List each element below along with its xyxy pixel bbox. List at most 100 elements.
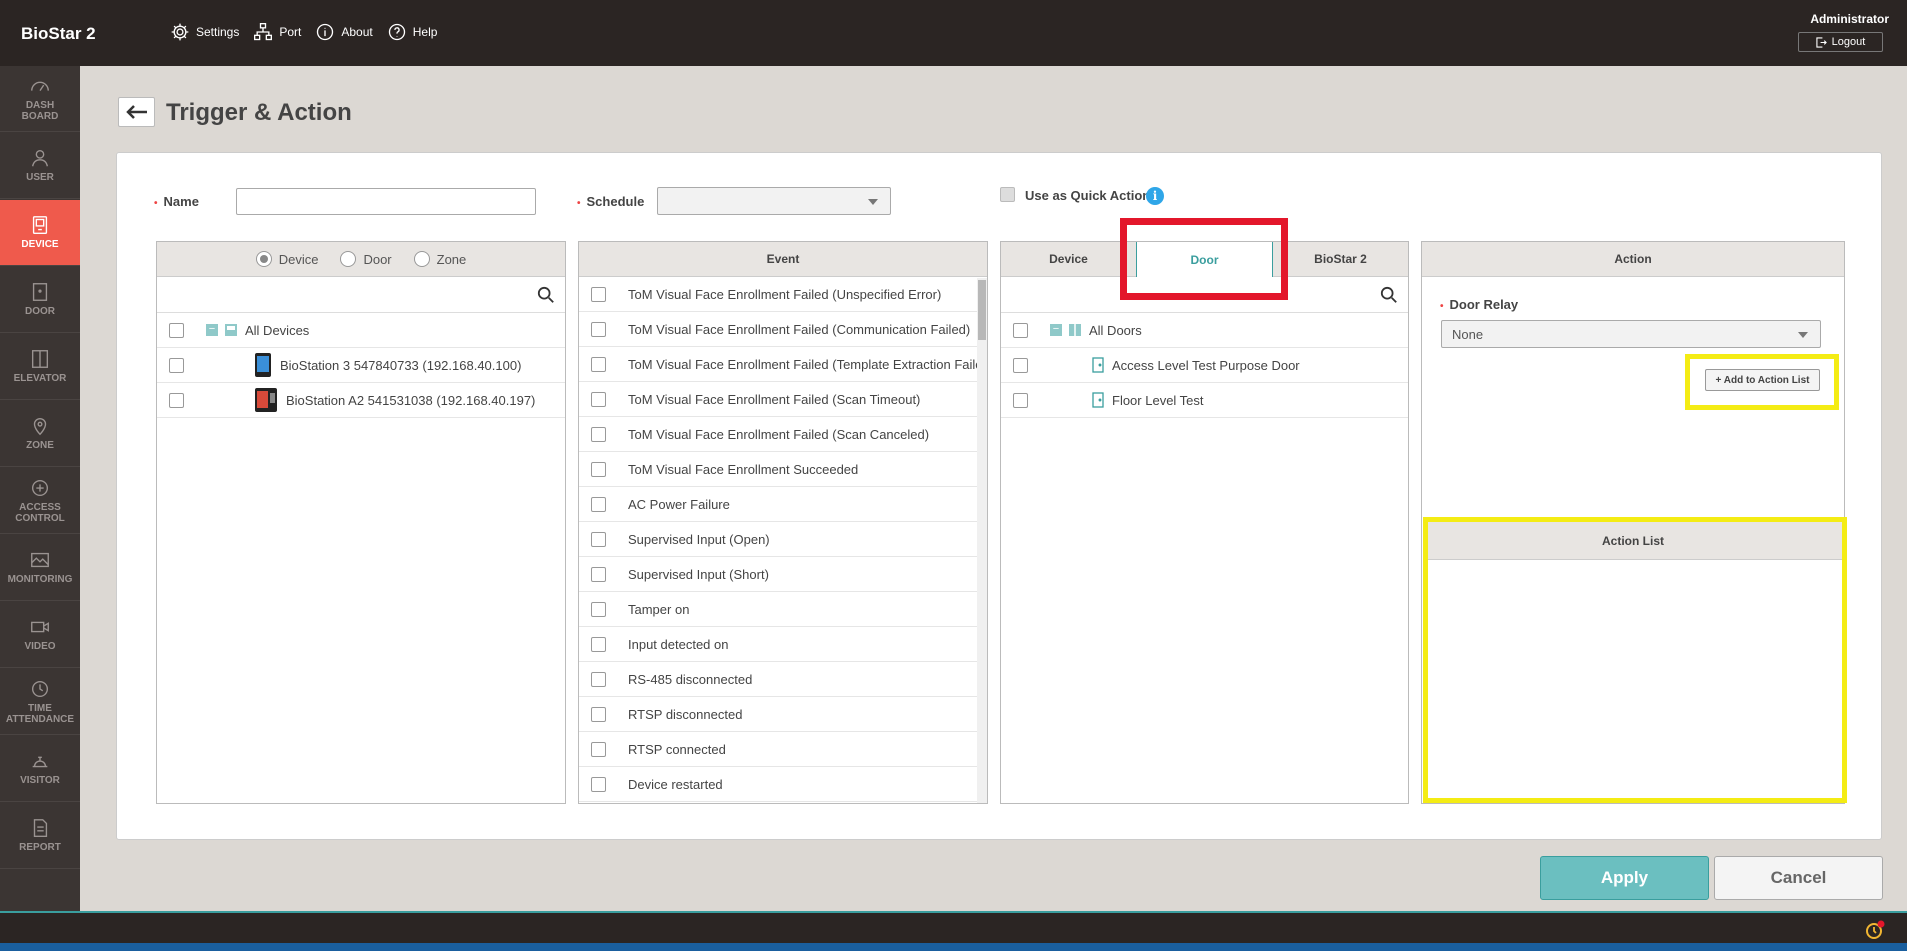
collapse-icon[interactable]: − <box>1050 324 1062 336</box>
door-relay-select[interactable]: None <box>1441 320 1821 348</box>
all-devices-checkbox[interactable] <box>169 322 184 338</box>
door-name: Access Level Test Purpose Door <box>1112 357 1300 373</box>
info-icon[interactable]: i <box>1146 187 1164 205</box>
tab-biostar2[interactable]: BioStar 2 <box>1273 242 1408 276</box>
back-button[interactable] <box>118 97 155 127</box>
event-label: AC Power Failure <box>628 496 730 512</box>
event-checkbox[interactable] <box>591 461 606 477</box>
event-scrollbar[interactable] <box>977 278 987 803</box>
event-checkbox[interactable] <box>591 636 606 652</box>
nav-report[interactable]: REPORT <box>0 803 80 869</box>
event-row[interactable]: ToM Visual Face Enrollment Failed (Commu… <box>579 312 987 347</box>
cancel-button[interactable]: Cancel <box>1714 856 1883 900</box>
chevron-down-icon <box>1798 332 1808 338</box>
help-menu[interactable]: Help <box>387 22 437 42</box>
collapse-icon[interactable]: − <box>206 324 218 336</box>
nav-zone[interactable]: ZONE <box>0 401 80 467</box>
quick-action-checkbox[interactable] <box>1000 187 1015 202</box>
event-checkbox[interactable] <box>591 671 606 687</box>
event-row[interactable]: AC Power Failure <box>579 487 987 522</box>
event-checkbox[interactable] <box>591 426 606 442</box>
event-checkbox[interactable] <box>591 706 606 722</box>
all-doors-checkbox[interactable] <box>1013 322 1028 338</box>
event-label: ToM Visual Face Enrollment Failed (Scan … <box>628 426 930 442</box>
device-row[interactable]: BioStation A2 541531038 (192.168.40.197) <box>157 383 565 418</box>
event-row[interactable]: ToM Visual Face Enrollment Failed (Scan … <box>579 382 987 417</box>
event-row[interactable]: ToM Visual Face Enrollment Failed (Templ… <box>579 347 987 382</box>
settings-menu[interactable]: Settings <box>170 22 239 42</box>
scrollbar-thumb[interactable] <box>978 280 986 340</box>
radio-button[interactable] <box>413 251 430 267</box>
nav-visitor[interactable]: VISITOR <box>0 736 80 802</box>
event-checkbox[interactable] <box>591 321 606 337</box>
device-group-icon <box>225 324 237 336</box>
trigger-source-panel: Device Door Zone − All Devices BioStatio… <box>156 241 566 804</box>
chevron-down-icon <box>868 199 878 205</box>
radio-zone[interactable]: Zone <box>413 251 466 267</box>
nav-access-control[interactable]: ACCESS CONTROL <box>0 468 80 534</box>
tab-device[interactable]: Device <box>1001 242 1136 276</box>
search-icon[interactable] <box>537 286 555 304</box>
port-menu[interactable]: Port <box>253 22 301 42</box>
event-row[interactable]: RTSP disconnected <box>579 697 987 732</box>
event-row[interactable]: Supervised Input (Open) <box>579 522 987 557</box>
door-row[interactable]: Access Level Test Purpose Door <box>1001 348 1408 383</box>
door-relay-label-text: Door Relay <box>1449 297 1519 312</box>
door-checkbox[interactable] <box>1013 357 1028 373</box>
event-row[interactable]: ToM Visual Face Enrollment Succeeded <box>579 452 987 487</box>
nav-elevator[interactable]: ELEVATOR <box>0 334 80 400</box>
alarm-clock-icon[interactable] <box>1865 920 1885 940</box>
nav-label: MONITORING <box>7 574 73 586</box>
tree-row-all-devices[interactable]: − All Devices <box>157 313 565 348</box>
event-checkbox[interactable] <box>591 531 606 547</box>
event-row[interactable]: Tamper on <box>579 592 987 627</box>
event-checkbox[interactable] <box>591 496 606 512</box>
search-icon[interactable] <box>1380 286 1398 304</box>
event-checkbox[interactable] <box>591 741 606 757</box>
schedule-select[interactable] <box>657 187 891 215</box>
event-row[interactable]: Supervised Input (Short) <box>579 557 987 592</box>
device-search-bar[interactable] <box>157 277 565 313</box>
nav-device[interactable]: DEVICE <box>0 200 80 266</box>
event-row[interactable]: ToM Visual Face Enrollment Failed (Unspe… <box>579 277 987 312</box>
radio-button[interactable] <box>255 251 272 267</box>
all-doors-label: All Doors <box>1089 322 1142 338</box>
radio-device[interactable]: Device <box>255 251 318 267</box>
nav-door[interactable]: DOOR <box>0 267 80 333</box>
name-input[interactable] <box>236 188 536 215</box>
door-row[interactable]: Floor Level Test <box>1001 383 1408 418</box>
event-row[interactable]: RS-485 disconnected <box>579 662 987 697</box>
apply-button[interactable]: Apply <box>1540 856 1709 900</box>
event-checkbox[interactable] <box>591 286 606 302</box>
nav-monitoring[interactable]: MONITORING <box>0 535 80 601</box>
event-label: RTSP connected <box>628 741 726 757</box>
event-row[interactable]: Input detected on <box>579 627 987 662</box>
device-checkbox[interactable] <box>169 392 184 408</box>
name-label-text: Name <box>163 194 199 209</box>
logout-button[interactable]: Logout <box>1798 32 1883 52</box>
door-checkbox[interactable] <box>1013 392 1028 408</box>
event-checkbox[interactable] <box>591 391 606 407</box>
visitor-icon <box>32 756 48 768</box>
required-marker: • <box>154 198 158 209</box>
nav-dashboard[interactable]: DASH BOARD <box>0 66 80 132</box>
event-label: RTSP disconnected <box>628 706 743 722</box>
event-row[interactable]: RTSP connected <box>579 732 987 767</box>
event-checkbox[interactable] <box>591 356 606 372</box>
device-row[interactable]: BioStation 3 547840733 (192.168.40.100) <box>157 348 565 383</box>
event-checkbox[interactable] <box>591 776 606 792</box>
schedule-label-text: Schedule <box>586 194 645 209</box>
nav-time-attendance[interactable]: TIME ATTENDANCE <box>0 669 80 735</box>
event-row[interactable]: Device restarted <box>579 767 987 802</box>
about-menu[interactable]: About <box>315 22 373 42</box>
event-checkbox[interactable] <box>591 601 606 617</box>
radio-button[interactable] <box>340 251 357 267</box>
tree-row-all-doors[interactable]: − All Doors <box>1001 313 1408 348</box>
device-checkbox[interactable] <box>169 357 184 373</box>
nav-user[interactable]: USER <box>0 133 80 199</box>
event-row[interactable]: ToM Visual Face Enrollment Failed (Scan … <box>579 417 987 452</box>
radio-door[interactable]: Door <box>340 251 392 267</box>
event-checkbox[interactable] <box>591 566 606 582</box>
required-marker: • <box>1440 301 1444 312</box>
nav-video[interactable]: VIDEO <box>0 602 80 668</box>
